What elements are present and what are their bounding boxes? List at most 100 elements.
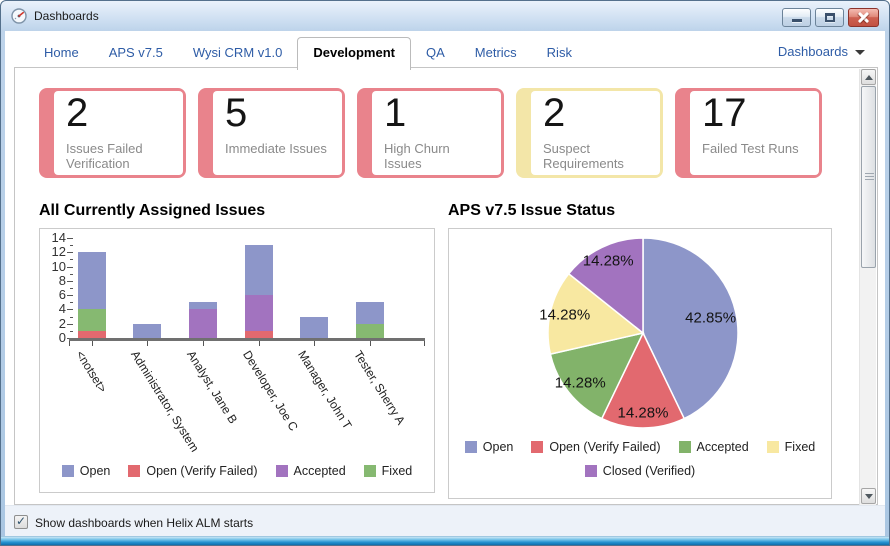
bar-segment [245, 245, 273, 295]
card-label: Suspect Requirements [543, 141, 649, 171]
y-axis-label: 10 [42, 259, 66, 274]
pie-slice-label: 14.28% [539, 307, 590, 324]
scroll-down-button[interactable] [861, 488, 876, 504]
startup-checkbox-label: Show dashboards when Helix ALM starts [35, 516, 253, 530]
legend-item: Accepted [679, 440, 749, 454]
legend-swatch [465, 441, 477, 453]
tab-home[interactable]: Home [29, 38, 94, 68]
minimize-button[interactable] [782, 8, 811, 27]
checkbox-check-icon: ✓ [16, 515, 26, 527]
y-axis-tick [67, 309, 73, 310]
y-axis-label: 14 [42, 230, 66, 245]
legend-swatch [128, 465, 140, 477]
legend-item: Open (Verify Failed) [531, 440, 660, 454]
y-axis-minor-tick [70, 302, 73, 303]
bar-segment [133, 324, 161, 338]
scroll-up-button[interactable] [861, 69, 876, 85]
caret-down-icon [855, 50, 865, 55]
close-button[interactable] [848, 8, 879, 27]
tab-metrics[interactable]: Metrics [460, 38, 532, 68]
x-axis-tick [92, 341, 93, 346]
x-axis-tick [259, 341, 260, 346]
legend-swatch [585, 465, 597, 477]
y-axis-minor-tick [70, 288, 73, 289]
legend-label: Open (Verify Failed) [146, 464, 257, 478]
card-issues-failed-verification[interactable]: 2 Issues Failed Verification [39, 88, 186, 178]
legend-swatch [364, 465, 376, 477]
bar-segment [78, 252, 106, 309]
legend-label: Open [80, 464, 111, 478]
pie-chart-legend-row1: Open Open (Verify Failed) Accepted Fixed [449, 440, 831, 454]
y-axis-tick [67, 267, 73, 268]
close-icon [858, 12, 869, 23]
y-axis-label: 0 [42, 330, 66, 345]
maximize-icon [825, 13, 835, 22]
card-failed-test-runs[interactable]: 17 Failed Test Runs [675, 88, 822, 178]
tab-aps-v75[interactable]: APS v7.5 [94, 38, 178, 68]
legend-label: Accepted [697, 440, 749, 454]
pie-slice-label: 14.28% [583, 252, 634, 269]
y-axis-label: 4 [42, 301, 66, 316]
x-axis-tick [147, 341, 148, 346]
x-axis-label: Analyst, Jane B [184, 348, 240, 426]
y-axis-tick [67, 252, 73, 253]
bar-segment [356, 302, 384, 323]
card-label: Issues Failed Verification [66, 141, 172, 171]
legend-label: Fixed [382, 464, 413, 478]
content-panel: 2 Issues Failed Verification 5 Immediate… [14, 67, 878, 505]
tab-development[interactable]: Development [297, 37, 411, 70]
tab-wysi-crm[interactable]: Wysi CRM v1.0 [178, 38, 297, 68]
bar-chart: OpenOpen (Verify Failed)AcceptedFixed 02… [39, 228, 435, 493]
legend-item: Fixed [767, 440, 816, 454]
startup-checkbox[interactable]: ✓ [14, 515, 28, 529]
titlebar[interactable]: Dashboards [1, 1, 889, 31]
bar-segment [78, 309, 106, 330]
y-axis-minor-tick [70, 317, 73, 318]
legend-label: Accepted [294, 464, 346, 478]
card-value: 1 [384, 91, 406, 136]
y-axis-label: 12 [42, 244, 66, 259]
client-area: Home APS v7.5 Wysi CRM v1.0 Development … [5, 31, 885, 536]
vertical-scrollbar[interactable] [859, 69, 876, 505]
pie-canvas [449, 229, 833, 500]
legend-swatch [531, 441, 543, 453]
card-suspect-requirements[interactable]: 2 Suspect Requirements [516, 88, 663, 178]
pie-slice-label: 42.85% [685, 309, 736, 326]
dashboards-dropdown[interactable]: Dashboards [778, 44, 865, 59]
card-label: Failed Test Runs [702, 141, 808, 156]
maximize-button[interactable] [815, 8, 844, 27]
card-value: 2 [543, 91, 565, 136]
window-bottom-frame [1, 536, 889, 545]
y-axis-minor-tick [70, 245, 73, 246]
card-label: Immediate Issues [225, 141, 331, 156]
bar-segment [356, 324, 384, 338]
y-axis-minor-tick [70, 259, 73, 260]
legend-item: Accepted [276, 464, 346, 478]
legend-item: Open [62, 464, 111, 478]
window-title: Dashboards [34, 9, 99, 23]
bar-chart-legend: Open Open (Verify Failed) Accepted Fixed [40, 464, 434, 478]
tab-risk[interactable]: Risk [532, 38, 587, 68]
x-axis-end-tick [69, 341, 70, 346]
card-high-churn-issues[interactable]: 1 High Churn Issues [357, 88, 504, 178]
bar-segment [300, 317, 328, 338]
legend-label: Open [483, 440, 514, 454]
legend-item: Closed (Verified) [585, 464, 695, 478]
card-label: High Churn Issues [384, 141, 490, 171]
bar-segment [189, 309, 217, 338]
bar-segment [189, 302, 217, 309]
legend-label: Open (Verify Failed) [549, 440, 660, 454]
y-axis-label: 6 [42, 287, 66, 302]
bar-segment [78, 331, 106, 338]
card-immediate-issues[interactable]: 5 Immediate Issues [198, 88, 345, 178]
gauge-icon [11, 8, 27, 24]
bar-segment [245, 295, 273, 331]
x-axis-end-tick [424, 341, 425, 346]
scroll-thumb[interactable] [861, 86, 876, 268]
tab-qa[interactable]: QA [411, 38, 460, 68]
y-axis-tick [67, 295, 73, 296]
dashboards-window: Dashboards Home APS v7.5 Wysi CRM v1.0 D… [0, 0, 890, 546]
x-axis-tick [370, 341, 371, 346]
x-axis-label: <notset> [73, 348, 110, 395]
triangle-up-icon [865, 75, 873, 80]
